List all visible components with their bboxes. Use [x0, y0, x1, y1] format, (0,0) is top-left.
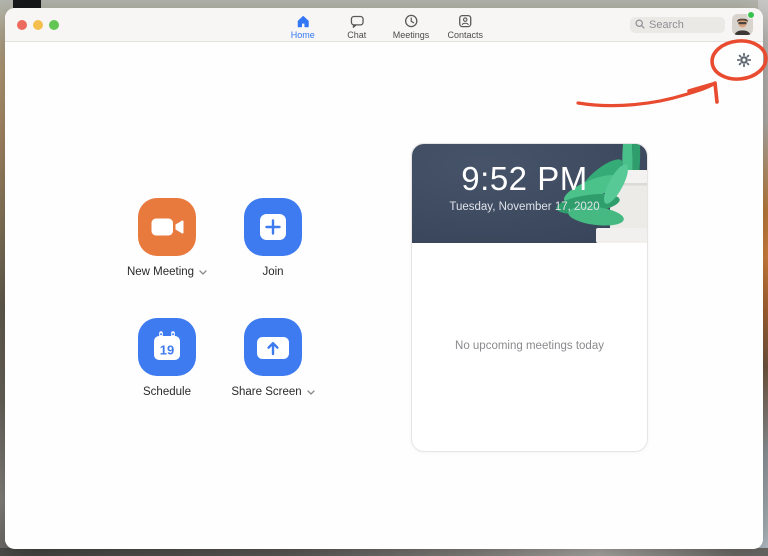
clock-time: 9:52 PM	[412, 160, 637, 198]
no-meetings-message: No upcoming meetings today	[412, 340, 647, 352]
tab-contacts-label: Contacts	[448, 30, 484, 40]
screen-share-icon	[244, 318, 302, 376]
schedule-label: Schedule	[143, 386, 191, 398]
contacts-icon	[457, 13, 474, 29]
meetings-list: No upcoming meetings today	[412, 243, 647, 452]
join-action: Join	[208, 198, 338, 278]
search-input[interactable]	[649, 19, 719, 31]
background-window-fragment	[13, 0, 41, 8]
titlebar: Home Chat Meetings	[5, 8, 763, 42]
tab-chat[interactable]: Chat	[335, 11, 379, 42]
tab-chat-label: Chat	[347, 30, 366, 40]
online-status-dot	[747, 11, 755, 19]
chevron-down-icon[interactable]	[307, 386, 315, 398]
search-field[interactable]	[630, 17, 725, 33]
share-screen-button[interactable]	[244, 318, 302, 376]
tab-home[interactable]: Home	[281, 11, 325, 42]
chevron-down-icon[interactable]	[199, 266, 207, 278]
share-screen-action: Share Screen	[208, 318, 338, 398]
video-camera-icon	[138, 198, 196, 256]
close-button[interactable]	[17, 20, 27, 30]
home-panel: New Meeting Join	[5, 42, 763, 548]
clock-banner: 9:52 PM Tuesday, November 17, 2020	[412, 144, 647, 243]
minimize-button[interactable]	[33, 20, 43, 30]
home-icon	[294, 13, 311, 29]
traffic-lights	[17, 20, 59, 30]
join-label: Join	[262, 266, 283, 278]
clock: 9:52 PM Tuesday, November 17, 2020	[412, 160, 637, 213]
calendar-icon: 19	[138, 318, 196, 376]
join-button[interactable]	[244, 198, 302, 256]
meetings-card: 9:52 PM Tuesday, November 17, 2020 No up…	[411, 143, 648, 452]
tab-meetings[interactable]: Meetings	[389, 11, 434, 42]
user-avatar[interactable]	[732, 14, 753, 35]
wallpaper-bottom-strip	[0, 548, 768, 556]
zoom-window-button[interactable]	[49, 20, 59, 30]
calendar-day-number: 19	[160, 343, 174, 358]
new-meeting-button[interactable]	[138, 198, 196, 256]
tab-home-label: Home	[291, 30, 315, 40]
plus-icon	[244, 198, 302, 256]
share-screen-label: Share Screen	[231, 386, 301, 398]
tab-meetings-label: Meetings	[393, 30, 430, 40]
tab-contacts[interactable]: Contacts	[443, 11, 487, 42]
zoom-app-window: Home Chat Meetings	[5, 8, 763, 549]
settings-gear-icon[interactable]	[736, 52, 752, 68]
search-icon	[635, 16, 645, 34]
chat-icon	[348, 13, 365, 29]
clock-date: Tuesday, November 17, 2020	[412, 201, 637, 213]
meetings-icon	[403, 13, 420, 29]
schedule-button[interactable]: 19	[138, 318, 196, 376]
new-meeting-label: New Meeting	[127, 266, 194, 278]
main-tabs: Home Chat Meetings	[281, 11, 488, 42]
